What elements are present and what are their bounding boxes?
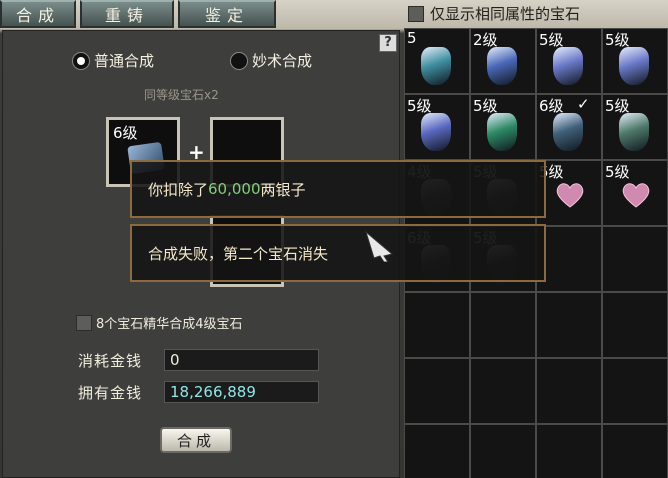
inventory-slot[interactable] — [470, 292, 536, 358]
requirement-text: 同等级宝石x2 — [144, 88, 219, 102]
tab-identify[interactable]: 鉴定 — [178, 0, 276, 28]
inventory-slot[interactable] — [404, 292, 470, 358]
gem-icon — [421, 47, 451, 85]
cost-row: 消耗金钱 0 — [78, 349, 319, 371]
inventory-slot[interactable]: 5级 — [536, 28, 602, 94]
inventory-slot[interactable] — [404, 424, 470, 478]
owned-value: 18,266,889 — [164, 381, 319, 403]
gem-icon — [421, 113, 451, 151]
cost-value: 0 — [164, 349, 319, 371]
inventory-slot[interactable]: 2级 — [470, 28, 536, 94]
radio-unselected-icon — [230, 51, 248, 70]
mode-normal-radio[interactable]: 普通合成 — [72, 50, 154, 71]
inventory-slot[interactable] — [536, 424, 602, 478]
inventory-slot[interactable] — [470, 358, 536, 424]
owned-row: 拥有金钱 18,266,889 — [78, 381, 319, 403]
gem-icon — [619, 47, 649, 85]
essence-label: 8个宝石精华合成4级宝石 — [96, 317, 243, 332]
item-level: 5级 — [605, 163, 630, 181]
gem-icon — [553, 113, 583, 151]
inventory-slot[interactable] — [602, 358, 668, 424]
inventory-slot[interactable] — [470, 424, 536, 478]
gem-icon — [487, 47, 517, 85]
tab-combine[interactable]: 合成 — [0, 0, 76, 28]
essence-option[interactable]: 8个宝石精华合成4级宝石 — [76, 313, 243, 332]
tab-reforge[interactable]: 重铸 — [80, 0, 174, 28]
inventory-slot[interactable] — [536, 292, 602, 358]
checkmark-icon: ✓ — [577, 95, 590, 113]
failure-message: 合成失败，第二个宝石消失 — [130, 224, 546, 282]
combine-button[interactable]: 合成 — [160, 427, 232, 453]
tab-bar: 合成 重铸 鉴定 — [0, 0, 276, 30]
gem-icon — [553, 47, 583, 85]
deduct-prefix: 你扣除了 — [148, 180, 209, 199]
inventory-slot[interactable] — [602, 226, 668, 292]
filter-same-attribute[interactable]: 仅显示相同属性的宝石 — [408, 3, 580, 24]
mode-special-radio[interactable]: 妙术合成 — [230, 50, 312, 71]
inventory-slot[interactable]: 5级 — [602, 28, 668, 94]
inventory-slot[interactable]: 5 — [404, 28, 470, 94]
inventory-slot[interactable]: 6级 ✓ — [536, 94, 602, 160]
heart-gem-icon — [556, 183, 584, 208]
cursor-icon — [365, 230, 394, 262]
filter-label: 仅显示相同属性的宝石 — [430, 5, 581, 23]
essence-checkbox[interactable] — [76, 314, 92, 331]
mode-special-label: 妙术合成 — [252, 52, 313, 70]
heart-gem-icon — [622, 183, 650, 208]
gem-icon — [487, 113, 517, 151]
inventory-slot[interactable]: 5级 — [602, 94, 668, 160]
item-level: 5 — [407, 29, 417, 47]
inventory-slot[interactable] — [536, 358, 602, 424]
gem-icon — [619, 113, 649, 151]
inventory-slot[interactable]: 5级 — [602, 160, 668, 226]
filter-checkbox[interactable] — [408, 5, 424, 22]
mode-normal-label: 普通合成 — [94, 52, 155, 70]
deduct-message: 你扣除了 60,000 两银子 — [130, 160, 546, 218]
owned-label: 拥有金钱 — [78, 383, 143, 402]
radio-selected-icon — [72, 51, 90, 70]
inventory-slot[interactable]: 5级 — [404, 94, 470, 160]
inventory-slot[interactable]: 5级 — [470, 94, 536, 160]
inventory-slot[interactable] — [602, 292, 668, 358]
help-button[interactable]: ? — [379, 34, 397, 52]
cost-label: 消耗金钱 — [78, 351, 143, 370]
deduct-suffix: 两银子 — [260, 180, 306, 199]
deduct-amount: 60,000 — [208, 180, 261, 198]
inventory-slot[interactable] — [404, 358, 470, 424]
inventory-slot[interactable] — [602, 424, 668, 478]
failure-text: 合成失败，第二个宝石消失 — [148, 244, 329, 263]
slot-level: 6级 — [113, 124, 138, 142]
